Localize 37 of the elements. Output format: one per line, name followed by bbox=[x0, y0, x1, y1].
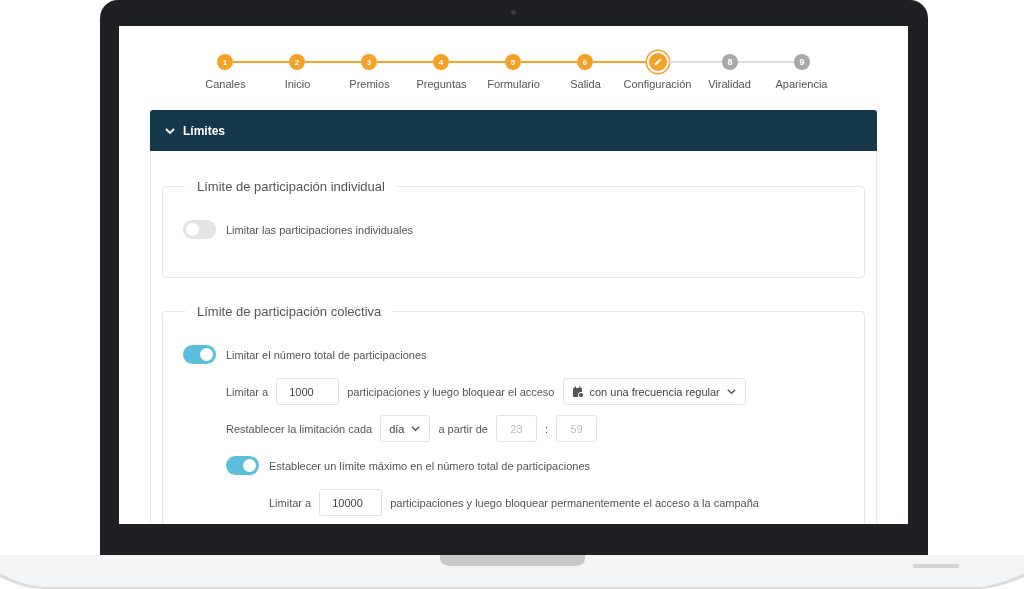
minute-field[interactable]: 59 bbox=[556, 415, 598, 442]
toggle-switch[interactable] bbox=[226, 456, 259, 475]
number-field[interactable]: 1000 bbox=[276, 378, 340, 405]
toggle-switch[interactable] bbox=[183, 220, 216, 239]
field-label: participaciones y luego bloquear permanentemente el acceso a la campaña bbox=[390, 496, 759, 509]
step-label[interactable]: Premios bbox=[333, 78, 406, 90]
step-label[interactable]: Apariencia bbox=[765, 78, 838, 90]
toggle-switch[interactable] bbox=[183, 345, 216, 364]
period-dropdown[interactable]: día bbox=[380, 415, 431, 442]
number-field[interactable]: 10000 bbox=[319, 489, 383, 516]
step-label[interactable]: Canales bbox=[189, 78, 262, 90]
toggle-label: Limitar el número total de participaciones bbox=[226, 348, 427, 361]
field-label: a partir de bbox=[438, 422, 488, 435]
toggle-label: Establecer un límite máximo en el número total de participaciones bbox=[269, 459, 590, 472]
chevron-down-icon bbox=[725, 386, 737, 397]
step-label[interactable]: Configuración bbox=[621, 78, 694, 90]
fieldset-title: Límite de participación colectiva bbox=[196, 304, 383, 319]
step-marker[interactable] bbox=[649, 53, 667, 71]
field-label: Restablecer la limitación cada bbox=[226, 422, 373, 435]
step-label[interactable]: Inicio bbox=[261, 78, 334, 90]
toggle-label: Limitar las participaciones individuales bbox=[226, 223, 414, 236]
frequency-dropdown[interactable]: con una frecuencia regular bbox=[562, 378, 746, 405]
hour-field[interactable]: 23 bbox=[495, 415, 537, 442]
pencil-icon bbox=[653, 57, 663, 67]
field-label: participaciones y luego bloquear el acceso bbox=[347, 385, 555, 398]
field-label: Limitar a bbox=[226, 385, 269, 398]
chevron-down-icon bbox=[410, 423, 422, 434]
field-label: : bbox=[544, 422, 549, 435]
step-label[interactable]: Formulario bbox=[477, 78, 550, 90]
step-label[interactable]: Preguntas bbox=[405, 78, 478, 90]
field-label: Limitar a bbox=[269, 496, 312, 509]
step-label[interactable]: Viralidad bbox=[693, 78, 766, 90]
camera-dot bbox=[511, 10, 516, 15]
section-header[interactable]: Límites bbox=[150, 110, 877, 151]
step-label[interactable]: Salida bbox=[549, 78, 622, 90]
fieldset-title: Límite de participación individual bbox=[196, 179, 386, 194]
calendar-icon bbox=[571, 385, 584, 398]
